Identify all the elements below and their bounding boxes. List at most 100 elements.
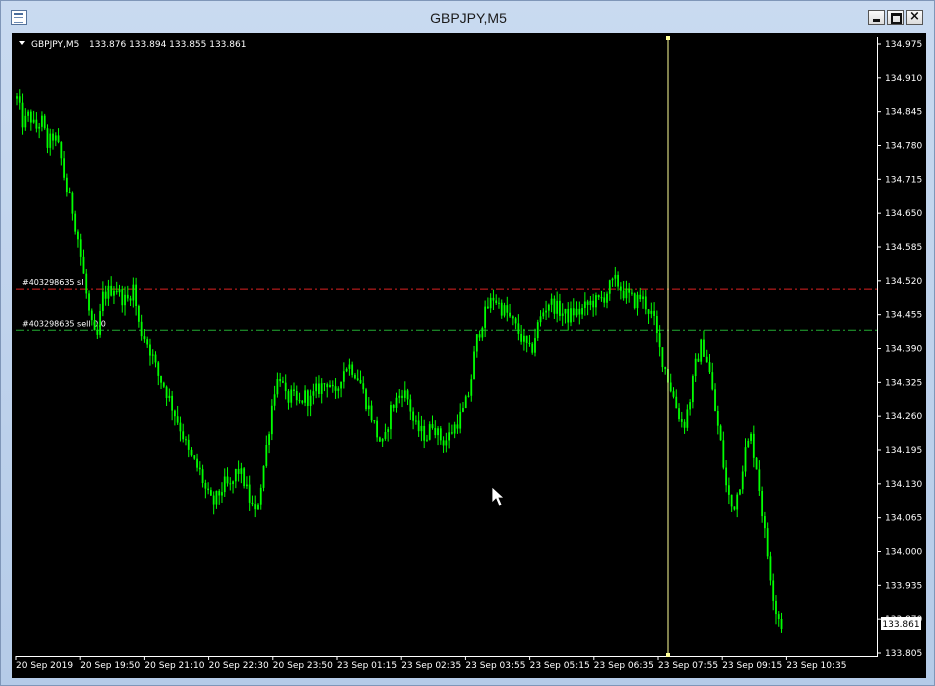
order-line-label: #403298635 sl	[22, 278, 83, 287]
candle-body	[304, 390, 306, 403]
candle-body	[406, 390, 409, 400]
candle-body	[52, 133, 54, 141]
candle-body	[498, 302, 500, 304]
candle-body	[492, 297, 495, 301]
candle-body	[41, 115, 43, 127]
candle-body	[442, 440, 445, 446]
maximize-button[interactable]	[887, 10, 904, 25]
candle-body	[146, 339, 149, 345]
candle-body	[149, 344, 151, 356]
candle-body	[392, 405, 395, 408]
candle-body	[157, 362, 160, 376]
candle-body	[54, 135, 57, 141]
candle-body	[678, 408, 680, 420]
price-chart[interactable]: GBPJPY,M5 133.876 133.894 133.855 133.86…	[12, 33, 926, 678]
candle-body	[279, 379, 282, 382]
candle-body	[575, 308, 578, 316]
candle-body	[326, 384, 329, 388]
candle-body	[628, 288, 631, 293]
candle-body	[619, 286, 622, 291]
price-tick-label: 134.585	[885, 243, 922, 253]
candle-body	[650, 310, 653, 314]
candle-body	[185, 439, 187, 441]
candle-body	[462, 408, 464, 412]
candle-body	[448, 432, 451, 441]
candle-body	[500, 302, 503, 316]
candle-body	[198, 467, 201, 470]
candle-body	[207, 488, 210, 491]
price-tick-label: 134.065	[885, 514, 922, 524]
candle-body	[315, 383, 318, 392]
crosshair-bottom-handle[interactable]	[666, 653, 670, 657]
candle-body	[270, 405, 273, 435]
time-tick-label: 20 Sep 19:50	[80, 661, 140, 671]
candle-body	[373, 420, 376, 422]
candle-body	[417, 420, 420, 432]
candle-body	[24, 115, 27, 128]
chart-canvas[interactable]: GBPJPY,M5 133.876 133.894 133.855 133.86…	[12, 33, 926, 678]
candle-body	[658, 333, 661, 348]
candle-body	[722, 440, 725, 468]
candle-body	[129, 298, 132, 301]
candle-body	[96, 330, 99, 335]
candle-body	[251, 502, 254, 505]
candle-body	[359, 380, 362, 384]
chart-ohlc-values: 133.876 133.894 133.855 133.861	[89, 40, 246, 50]
candle-body	[686, 409, 689, 428]
candle-body	[752, 433, 755, 458]
candle-body	[110, 285, 113, 296]
candle-body	[772, 580, 775, 601]
candle-body	[337, 388, 340, 391]
time-tick-label: 20 Sep 2019	[16, 661, 73, 671]
candle-body	[561, 313, 564, 316]
time-tick-label: 20 Sep 22:30	[209, 661, 269, 671]
candle-body	[16, 96, 18, 99]
candle-body	[387, 429, 390, 432]
candle-body	[705, 356, 708, 363]
time-tick-label: 23 Sep 05:15	[530, 661, 590, 671]
close-button[interactable]: ×	[906, 9, 923, 25]
candle-body	[390, 405, 392, 430]
title-bar[interactable]: GBPJPY,M5 ×	[1, 1, 934, 33]
order-lines[interactable]: #403298635 sl #403298635 sell 0.0	[16, 278, 877, 331]
candle-body	[118, 289, 121, 293]
candle-body	[190, 449, 193, 456]
candles	[16, 89, 783, 633]
candle-body	[257, 504, 259, 510]
candle-body	[570, 308, 572, 323]
candle-body	[318, 383, 320, 394]
candle-body	[744, 447, 747, 472]
candle-body	[151, 354, 154, 356]
candle-body	[179, 422, 182, 432]
candle-body	[68, 192, 71, 194]
candle-body	[578, 308, 581, 315]
candle-body	[218, 490, 221, 496]
candle-body	[284, 382, 287, 392]
candle-body	[550, 298, 553, 305]
candle-body	[99, 311, 101, 335]
candle-body	[581, 308, 583, 315]
candle-body	[487, 306, 489, 309]
candle-body	[384, 431, 387, 439]
candle-body	[18, 96, 21, 103]
candle-body	[475, 334, 478, 352]
candle-body	[697, 358, 700, 362]
candle-body	[639, 294, 642, 300]
candle-body	[703, 339, 705, 357]
minimize-button[interactable]	[868, 10, 885, 25]
candle-body	[262, 465, 265, 488]
candle-body	[675, 396, 678, 409]
candle-body	[329, 384, 331, 388]
candle-body	[614, 274, 617, 279]
candle-body	[403, 390, 406, 398]
price-tick-label: 134.195	[885, 446, 922, 456]
chart-menu-triangle-icon[interactable]	[19, 41, 25, 45]
candle-body	[642, 296, 644, 300]
time-tick-label: 23 Sep 09:15	[722, 661, 782, 671]
candle-body	[162, 382, 165, 387]
crosshair-top-handle[interactable]	[666, 36, 670, 40]
candle-body	[572, 308, 575, 316]
candle-body	[154, 354, 157, 363]
candle-body	[60, 142, 63, 159]
candle-body	[691, 376, 694, 403]
